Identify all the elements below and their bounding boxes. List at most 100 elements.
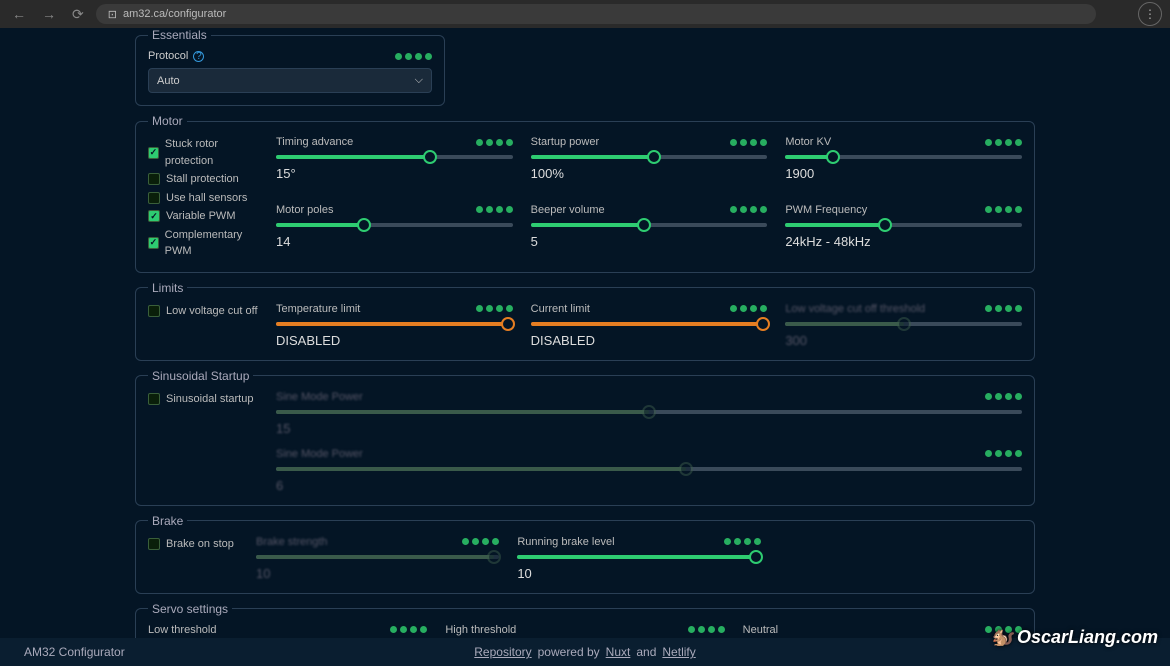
slider-track[interactable] — [517, 555, 760, 559]
servo-section: Servo settings Low threshold1006High thr… — [135, 602, 1035, 639]
slider-label: Brake strength — [256, 536, 328, 548]
chk-hall-sensors[interactable]: Use hall sensors — [148, 190, 258, 207]
chk-brake-on-stop[interactable]: Brake on stop — [148, 536, 238, 553]
and-text: and — [636, 645, 656, 659]
chk-stall-protection[interactable]: Stall protection — [148, 171, 258, 188]
slider-neutral: Neutral1502 — [743, 624, 1022, 639]
slider-label: PWM Frequency — [785, 204, 867, 216]
sinusoidal-legend: Sinusoidal Startup — [148, 369, 253, 383]
protocol-value: Auto — [157, 75, 180, 87]
motor-checks: ✓Stuck rotor protection Stall protection… — [148, 136, 258, 260]
repository-link[interactable]: Repository — [474, 645, 531, 659]
slider-value: 100% — [531, 166, 768, 181]
essentials-legend: Essentials — [148, 28, 211, 42]
slider-label: High threshold — [445, 624, 516, 636]
chk-stuck-rotor[interactable]: ✓Stuck rotor protection — [148, 136, 258, 169]
slider-track[interactable] — [276, 155, 513, 159]
slider-label: Beeper volume — [531, 204, 605, 216]
status-dots — [985, 450, 1022, 457]
slider-value: 14 — [276, 234, 513, 249]
slider-value: DISABLED — [531, 333, 768, 348]
slider-label: Timing advance — [276, 136, 353, 148]
slider-track[interactable] — [531, 322, 768, 326]
slider-track[interactable] — [276, 223, 513, 227]
slider-track[interactable] — [785, 223, 1022, 227]
essentials-section: Essentials Protocol ? Auto ⌵ — [135, 28, 445, 106]
chk-variable-pwm[interactable]: ✓Variable PWM — [148, 208, 258, 225]
slider-track[interactable] — [276, 467, 1022, 471]
netlify-link[interactable]: Netlify — [662, 645, 695, 659]
status-dots — [688, 626, 725, 633]
forward-button[interactable]: → — [38, 4, 60, 24]
address-bar[interactable]: ⊡ am32.ca/configurator — [96, 4, 1096, 24]
slider-beeper-volume: Beeper volume 5 — [531, 204, 768, 260]
nuxt-link[interactable]: Nuxt — [606, 645, 631, 659]
slider-track[interactable] — [276, 322, 513, 326]
chevron-down-icon: ⌵ — [415, 74, 423, 87]
info-icon[interactable]: ? — [193, 51, 204, 62]
slider-current-limit: Current limit DISABLED — [531, 303, 768, 348]
slider-value: 24kHz - 48kHz — [785, 234, 1022, 249]
slider-value: 6 — [276, 478, 1022, 493]
slider-label: Low threshold — [148, 624, 217, 636]
status-dots — [730, 139, 767, 146]
reload-button[interactable]: ⟳ — [68, 4, 88, 25]
slider-track[interactable] — [256, 555, 499, 559]
chk-low-voltage-cutoff[interactable]: Low voltage cut off — [148, 303, 258, 320]
app-title: AM32 Configurator — [24, 645, 125, 659]
status-dots — [985, 305, 1022, 312]
status-dots — [985, 206, 1022, 213]
brake-section: Brake Brake on stop Brake strength10Runn… — [135, 514, 1035, 594]
back-button[interactable]: ← — [8, 4, 30, 24]
slider-track[interactable] — [276, 410, 1022, 414]
status-dots — [476, 305, 513, 312]
slider-label: Motor poles — [276, 204, 333, 216]
slider-track[interactable] — [531, 223, 768, 227]
slider-label: Sine Mode Power — [276, 391, 363, 403]
slider-value: 10 — [256, 566, 499, 581]
slider-motor-kv: Motor KV1900 — [785, 136, 1022, 192]
slider-track[interactable] — [785, 155, 1022, 159]
slider-label: Sine Mode Power — [276, 448, 363, 460]
brake-checks: Brake on stop — [148, 536, 238, 581]
slider-track[interactable] — [785, 322, 1022, 326]
status-dots — [462, 538, 499, 545]
status-dots — [390, 626, 427, 633]
status-dots — [985, 139, 1022, 146]
browser-toolbar: ← → ⟳ ⊡ am32.ca/configurator ⋮ — [0, 0, 1170, 28]
protocol-label: Protocol — [148, 50, 188, 62]
slider-value: 300 — [785, 333, 1022, 348]
status-dots — [476, 206, 513, 213]
slider-value: DISABLED — [276, 333, 513, 348]
chk-complementary-pwm[interactable]: ✓Complementary PWM — [148, 227, 258, 260]
status-dots — [476, 139, 513, 146]
status-dots — [724, 538, 761, 545]
limits-checks: Low voltage cut off — [148, 303, 258, 348]
slider-sine-mode-power: Sine Mode Power 6 — [276, 448, 1022, 493]
sinusoidal-checks: Sinusoidal startup — [148, 391, 258, 493]
slider-startup-power: Startup power100% — [531, 136, 768, 192]
slider-value: 15 — [276, 421, 1022, 436]
browser-menu-button[interactable]: ⋮ — [1138, 2, 1162, 26]
watermark-icon: 🐿️ — [991, 627, 1013, 648]
page-content: Essentials Protocol ? Auto ⌵ Motor ✓Stuc… — [0, 28, 1170, 638]
slider-value: 15° — [276, 166, 513, 181]
slider-label: Running brake level — [517, 536, 614, 548]
limits-section: Limits Low voltage cut off Temperature l… — [135, 281, 1035, 361]
brake-legend: Brake — [148, 514, 187, 528]
status-dots — [985, 393, 1022, 400]
slider-running-brake-level: Running brake level 10 — [517, 536, 760, 581]
slider-value: 10 — [517, 566, 760, 581]
slider-track[interactable] — [531, 155, 768, 159]
motor-section: Motor ✓Stuck rotor protection Stall prot… — [135, 114, 1035, 273]
powered-text: powered by — [538, 645, 600, 659]
limits-legend: Limits — [148, 281, 187, 295]
chk-sinusoidal-startup[interactable]: Sinusoidal startup — [148, 391, 258, 408]
slider-label: Current limit — [531, 303, 590, 315]
status-dots — [395, 53, 432, 60]
protocol-select[interactable]: Auto ⌵ — [148, 68, 432, 93]
slider-value: 5 — [531, 234, 768, 249]
slider-low-threshold: Low threshold1006 — [148, 624, 427, 639]
slider-label: Temperature limit — [276, 303, 360, 315]
site-info-icon: ⊡ — [108, 8, 117, 21]
